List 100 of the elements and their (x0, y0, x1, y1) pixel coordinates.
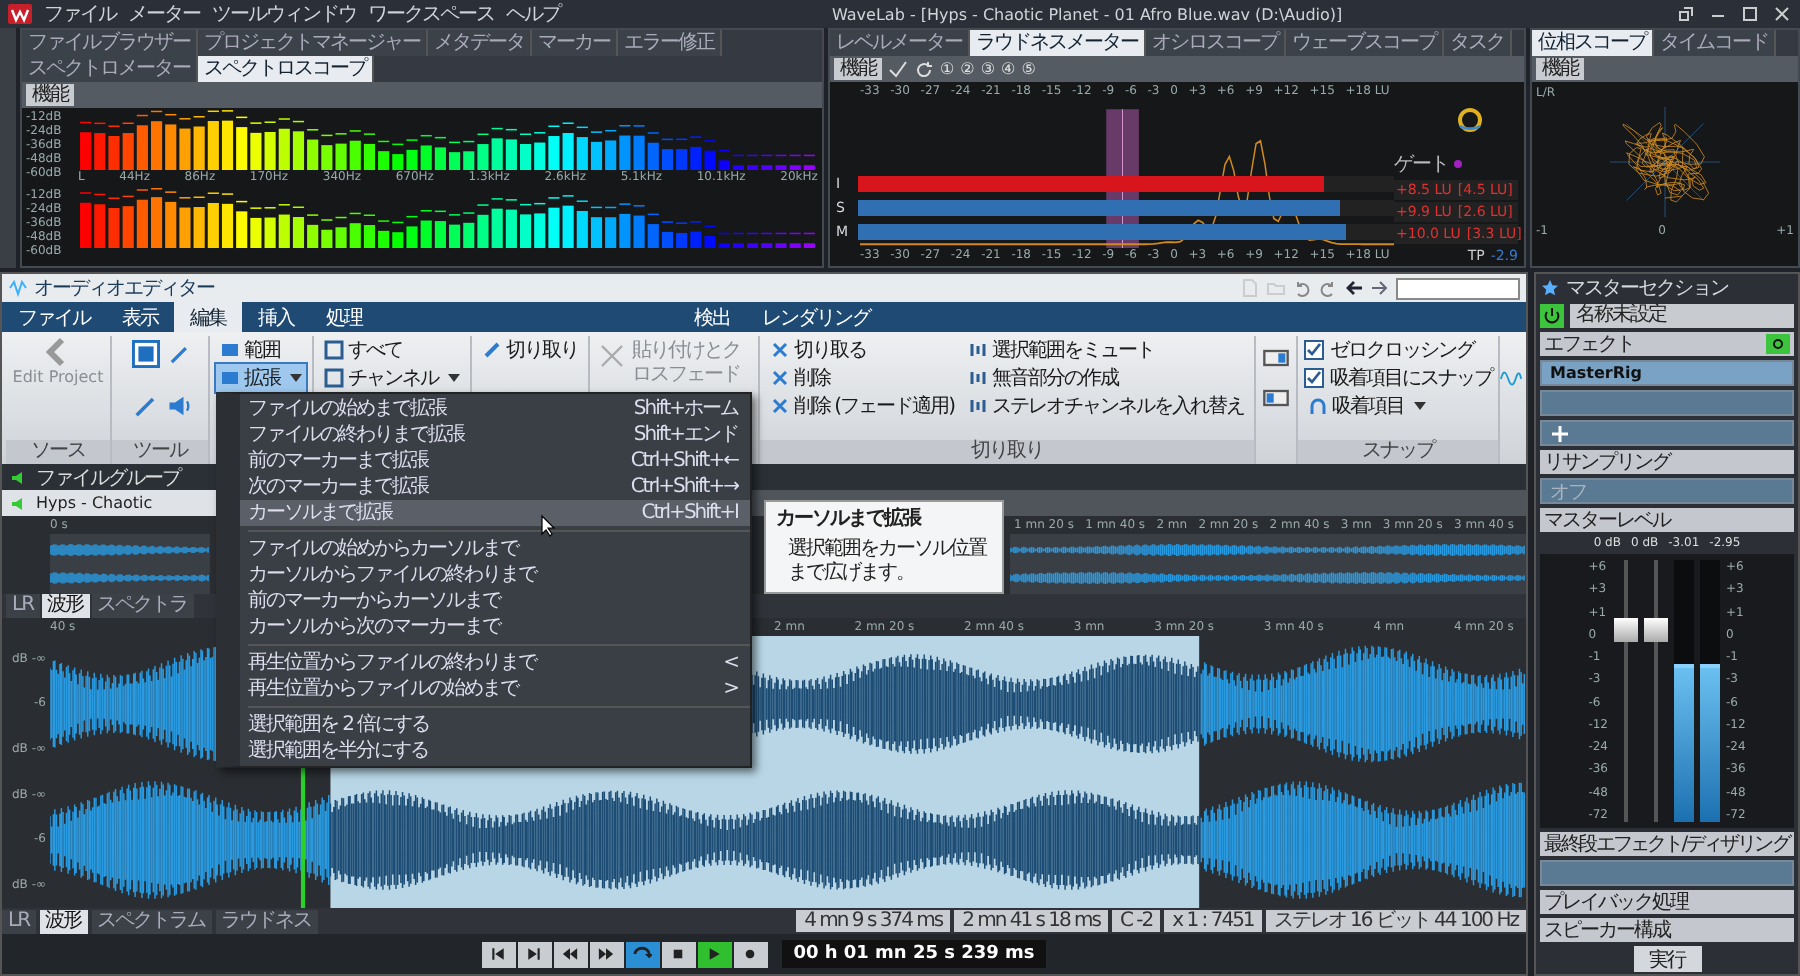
preset-button[interactable]: ① (940, 60, 955, 78)
ribbon-button[interactable]: 範囲 (216, 336, 284, 364)
transport-button[interactable] (553, 941, 588, 967)
maximize-icon[interactable] (1740, 4, 1760, 24)
preset-button[interactable]: ⑤ (1021, 60, 1036, 78)
ribbon-tab[interactable]: ファイル (2, 302, 106, 332)
ribbon-tab[interactable]: 挿入 (242, 302, 310, 332)
rewind-icon (560, 944, 581, 964)
menu-item[interactable]: 再生位置からファイルの終わりまで < (240, 650, 750, 676)
preset-field[interactable]: 名称未設定 (1570, 304, 1794, 328)
checkmark-icon[interactable] (888, 59, 908, 79)
ribbon-button[interactable]: 選択範囲をミュート (963, 336, 1248, 364)
ribbon-button[interactable]: 削除 (フェード適用) (766, 392, 958, 420)
panel-tab[interactable]: レベルメーター (830, 30, 970, 56)
view-tab[interactable]: LR (2, 909, 36, 933)
ribbon-button[interactable]: チャンネル (320, 364, 464, 392)
ribbon-tab[interactable]: レンダリング (746, 302, 886, 332)
back-arrow-icon[interactable] (1344, 278, 1364, 298)
undo-icon[interactable] (1292, 278, 1312, 298)
ribbon-tab[interactable]: 検出 (678, 302, 746, 332)
function-button[interactable]: 機能 (1536, 58, 1584, 80)
transport-button[interactable] (481, 941, 516, 967)
menu-item[interactable]: ツールウィンドウ (212, 0, 356, 28)
transport-button[interactable] (661, 941, 696, 967)
ribbon-tab[interactable]: 処理 (310, 302, 378, 332)
panel-tab[interactable]: ウェーブスコープ (1286, 30, 1444, 56)
menu-item[interactable]: 前のマーカーからカーソルまで (240, 588, 750, 614)
gate-dot-icon (1454, 160, 1462, 168)
snap-checkbox[interactable]: ゼロクロッシング (1303, 336, 1492, 364)
view-tab[interactable]: ラウドネス (215, 909, 318, 933)
menu-item[interactable]: ファイルの終わりまで拡張 Shift+エンド (240, 422, 750, 448)
view-tab[interactable]: スペクトラ (91, 594, 194, 618)
menu-item[interactable]: カーソルからファイルの終わりまで (240, 562, 750, 588)
menu-item[interactable]: ファイルの始めからカーソルまで (240, 536, 750, 562)
view-tab[interactable]: 波形 (39, 909, 88, 933)
restore-icon[interactable] (1676, 4, 1696, 24)
transport-button[interactable] (733, 941, 768, 967)
select-tool-icon[interactable] (132, 340, 160, 368)
panel-tab[interactable]: タイムコード (1654, 30, 1776, 56)
ribbon-button[interactable]: 吸着項目 (1303, 392, 1492, 420)
ribbon-tab[interactable]: 編集 (174, 302, 242, 332)
panel-tab[interactable]: ラウドネスメーター (970, 30, 1146, 56)
panel-tab[interactable]: スペクトロメーター (22, 56, 198, 82)
editor-title: オーディオエディター (34, 276, 214, 302)
run-button[interactable]: 実行 (1633, 946, 1701, 972)
speaker-icon[interactable] (166, 391, 194, 419)
menu-item[interactable]: ヘルプ (506, 0, 560, 28)
panel-tab[interactable]: メタデータ (428, 30, 532, 56)
menu-item[interactable]: 選択範囲を半分にする (240, 738, 750, 764)
ribbon-button[interactable]: 拡張 (216, 364, 306, 392)
panel-tab[interactable]: オシロスコープ (1146, 30, 1286, 56)
ribbon-button[interactable]: 削除 (766, 364, 958, 392)
ribbon-button[interactable]: 切り取る (766, 336, 958, 364)
transport-button[interactable] (625, 941, 660, 967)
preset-button[interactable]: ③ (980, 60, 996, 78)
panel-tab[interactable]: エラー修正 (618, 30, 722, 56)
menu-item[interactable]: カーソルから次のマーカーまで (240, 614, 750, 640)
panel-tab[interactable]: マーカー (532, 30, 618, 56)
transport-button[interactable] (517, 941, 552, 967)
menu-item[interactable]: 選択範囲を 2 倍にする (240, 712, 750, 738)
ribbon-button[interactable]: すべて (320, 336, 464, 364)
screen-icon[interactable] (1261, 344, 1290, 372)
dropdown-field[interactable] (1396, 277, 1520, 299)
ribbon-button[interactable]: ステレオチャンネルを入れ替え (963, 392, 1248, 420)
forward-arrow-icon[interactable] (1370, 278, 1390, 298)
function-button[interactable]: 機能 (26, 84, 74, 106)
preset-button[interactable]: ④ (1001, 60, 1016, 78)
plugin-slot[interactable]: MasterRig (1540, 360, 1794, 386)
power-icon[interactable] (1540, 304, 1564, 328)
reset-icon[interactable] (914, 59, 934, 79)
screen-icon[interactable] (1261, 384, 1290, 412)
panel-tab[interactable]: プロジェクトマネージャー (198, 30, 428, 56)
panel-tab[interactable]: 位相スコープ (1532, 30, 1654, 56)
transport-button[interactable] (697, 941, 732, 967)
function-button[interactable]: 機能 (834, 58, 882, 80)
preset-button[interactable]: ② (960, 60, 975, 78)
panel-tab[interactable]: タスク (1444, 30, 1512, 56)
bypass-toggle-icon[interactable] (1766, 334, 1790, 354)
menu-item[interactable]: 再生位置からファイルの始めまで > (240, 676, 750, 702)
forward-icon (596, 944, 617, 964)
ribbon-button[interactable]: 無音部分の作成 (963, 364, 1248, 392)
view-tab[interactable]: LR (6, 594, 40, 618)
cross-icon (770, 368, 790, 388)
panel-tab[interactable]: ファイルブラウザー (22, 30, 198, 56)
snap-checkbox[interactable]: 吸着項目にスナップ (1303, 364, 1492, 392)
view-tab[interactable]: スペクトラム (91, 909, 212, 933)
menu-item[interactable]: ファイル (44, 0, 116, 28)
caret-icon (290, 374, 302, 382)
close-icon[interactable] (1772, 4, 1792, 24)
square-icon (324, 368, 344, 388)
ribbon-button[interactable]: 切り取り (478, 336, 582, 364)
menu-item[interactable]: 前のマーカーまで拡張 Ctrl+Shift+← (240, 448, 750, 474)
ribbon-tab[interactable]: 表示 (106, 302, 174, 332)
panel-tab[interactable]: スペクトロスコープ (198, 56, 374, 82)
view-tab[interactable]: 波形 (41, 594, 90, 618)
menu-item[interactable]: ワークスペース (368, 0, 494, 28)
fader[interactable] (1644, 560, 1668, 822)
transport-button[interactable] (589, 941, 624, 967)
menu-item[interactable]: ファイルの始めまで拡張 Shift+ホーム (240, 396, 750, 422)
menu-item[interactable]: メーター (128, 0, 200, 28)
